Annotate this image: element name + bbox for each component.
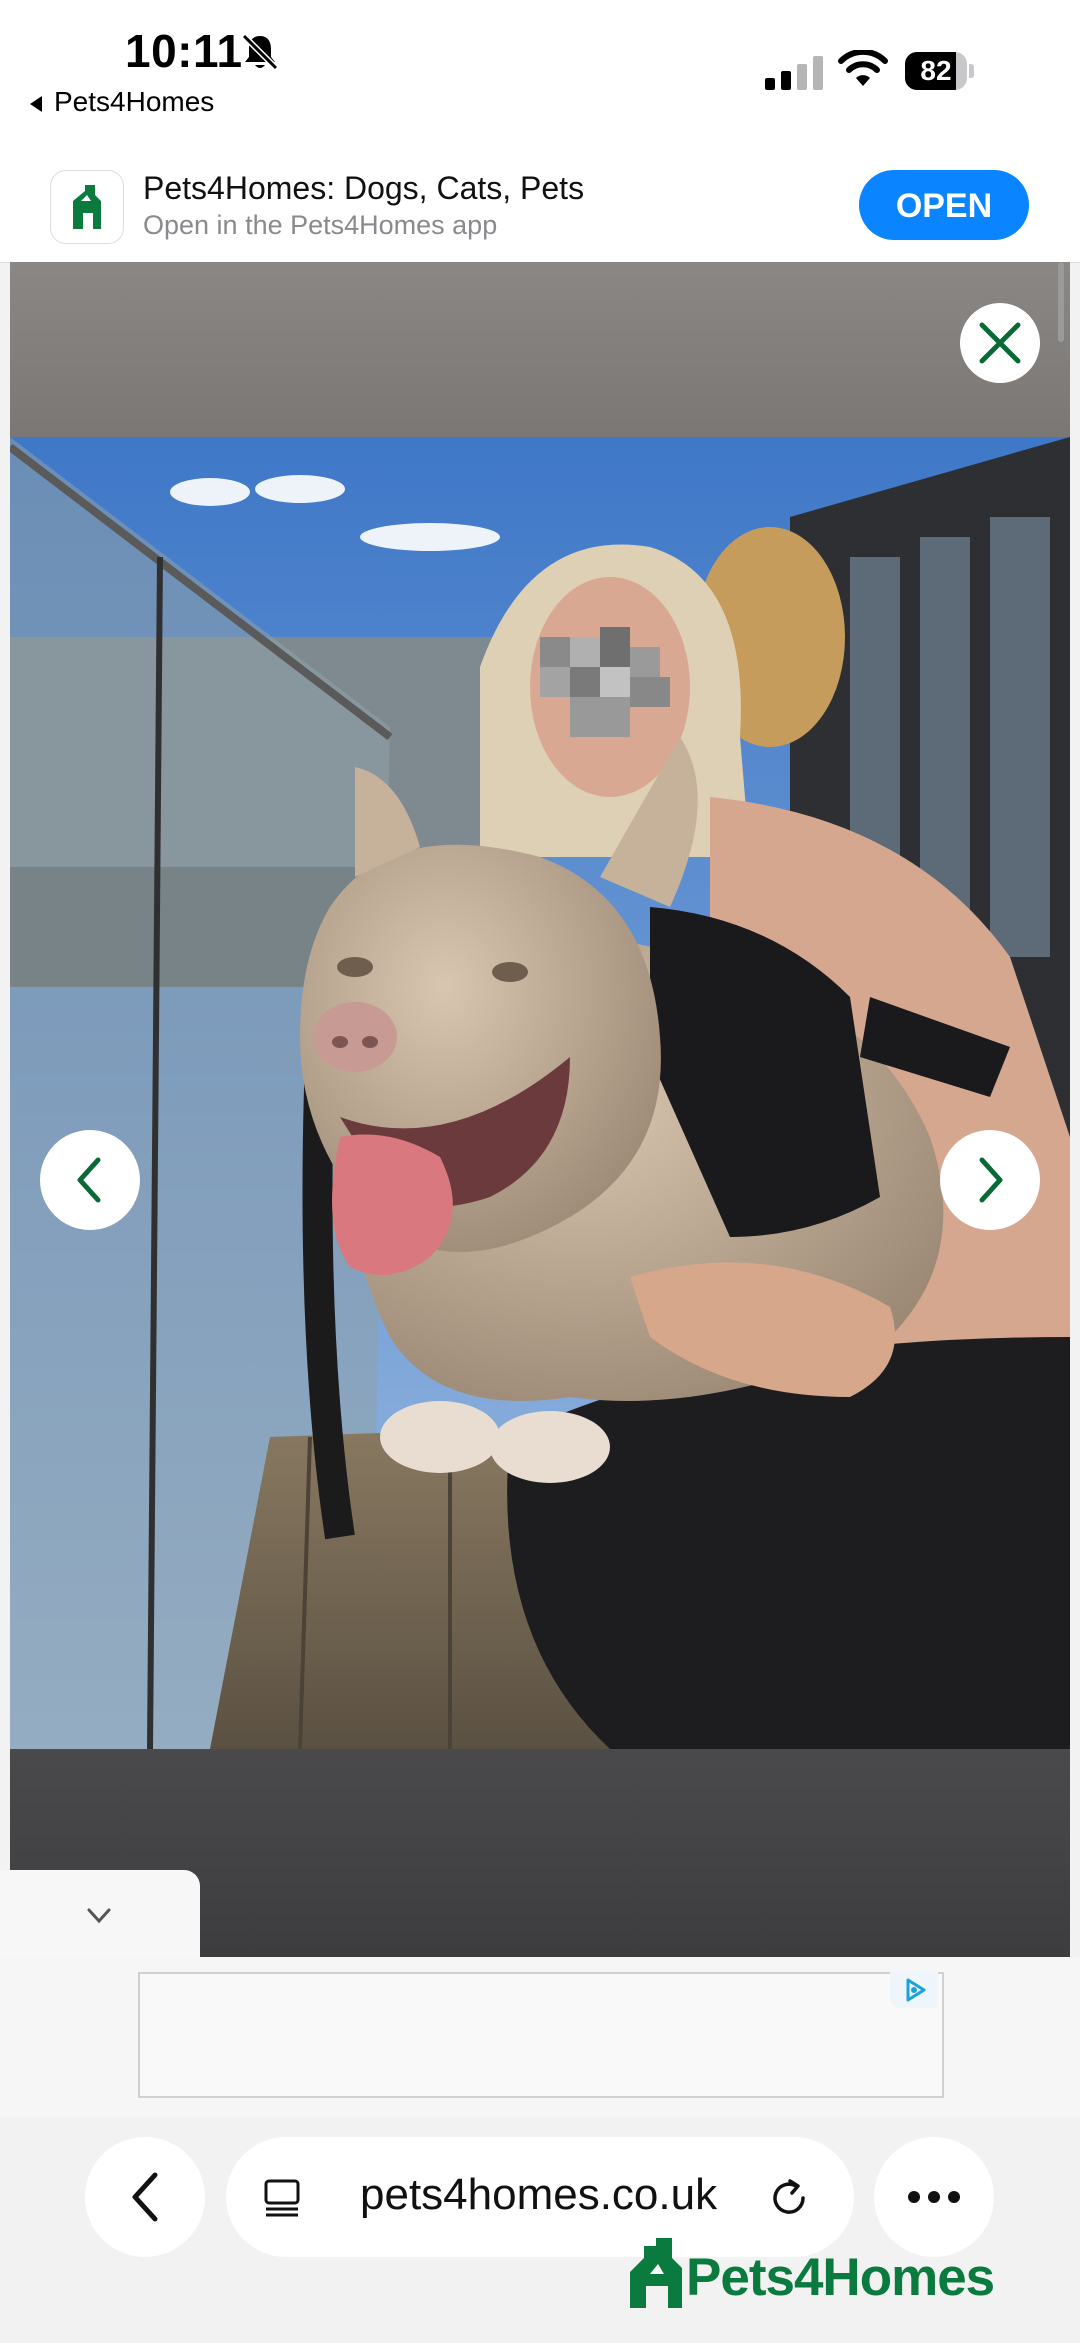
battery-body: 82 [905,52,967,90]
url-text[interactable]: pets4homes.co.uk [360,2170,717,2220]
battery-indicator: 82 [905,52,975,90]
back-to-app-link[interactable]: Pets4Homes [30,86,214,118]
pets4homes-logo-icon [73,185,101,229]
previous-photo-button[interactable] [40,1130,140,1230]
smart-app-banner: Pets4Homes: Dogs, Cats, Pets Open in the… [0,160,1080,263]
back-triangle-icon [30,95,42,112]
ad-banner[interactable] [138,1972,944,2098]
page-icon [264,2179,300,2217]
dog-photo-icon [10,437,1070,1749]
bell-muted-icon [241,33,279,71]
cellular-signal-icon [765,56,823,90]
app-icon[interactable] [50,170,124,244]
chevron-down-icon [87,1908,111,1924]
close-gallery-button[interactable] [960,303,1040,383]
chevron-left-icon [132,2172,158,2222]
back-button[interactable] [85,2137,205,2257]
battery-percent: 82 [920,55,952,86]
app-banner-title: Pets4Homes: Dogs, Cats, Pets [143,170,585,206]
chevron-left-icon [77,1157,101,1203]
photo-gallery[interactable] [10,262,1070,1957]
ad-choices-icon[interactable] [890,1972,938,2008]
clock: 10:11 [125,25,243,77]
brand-name: Pets4Homes [686,2248,995,2307]
reload-icon[interactable] [766,2175,812,2221]
close-icon [979,322,1021,364]
app-banner-subtitle: Open in the Pets4Homes app [143,210,498,240]
wifi-icon [838,50,888,86]
ad-choices-icon-glyph [906,1978,926,2002]
back-app-label: Pets4Homes [54,86,215,117]
battery-cap [969,64,974,78]
collapse-ad-tab[interactable] [0,1870,200,1958]
gallery-top-backdrop [10,262,1070,437]
next-photo-button[interactable] [940,1130,1040,1230]
scroll-indicator[interactable] [1058,262,1064,342]
chevron-right-icon [979,1157,1003,1203]
open-app-button[interactable]: OPEN [859,170,1029,240]
